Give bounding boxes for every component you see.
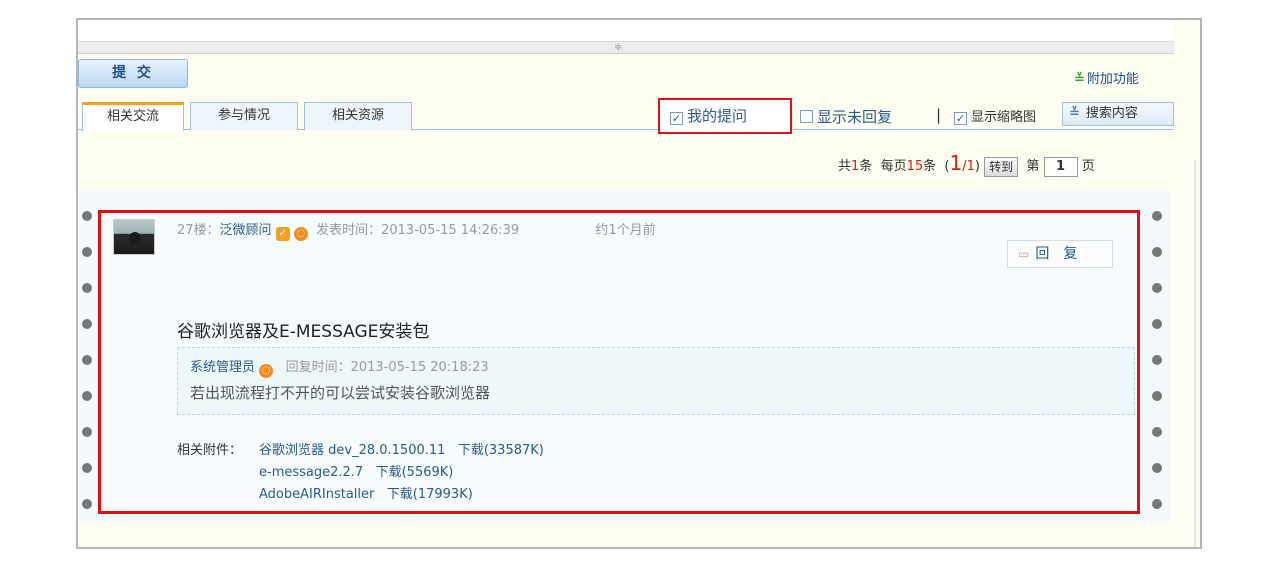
pagination: 共1条 每页15条 (1/1) 转到 第 1 页 (838, 150, 1178, 177)
online-status-icon: ◌ (259, 364, 274, 378)
pager-page-suffix: 页 (1081, 159, 1095, 174)
reply-button[interactable]: ▭ 回 复 (1007, 240, 1113, 268)
page-number-input[interactable]: 1 (1043, 156, 1078, 177)
binder-hole (1152, 355, 1162, 365)
quote-meta: 系统管理员 ◌ 回复时间：2013-05-15 20:18:23 (190, 356, 489, 378)
pager-page-prefix: 第 (1026, 159, 1040, 174)
post-floor: 27楼： (177, 223, 220, 238)
pager-per-page-suffix: 条 (923, 159, 937, 174)
pager-per-page-prefix: 每页 (880, 159, 907, 174)
post-time: 发表时间：2013-05-15 14:26:39 (316, 223, 520, 238)
pager-current-page: 1 (949, 151, 963, 175)
binder-hole (82, 499, 92, 509)
attachment-item: AdobeAIRInstaller 下载(17993K) (259, 483, 473, 502)
search-content-button[interactable]: ≚ 搜索内容 (1062, 102, 1174, 126)
binder-hole (1152, 319, 1162, 329)
addon-label: 附加功能 (1086, 72, 1139, 87)
binder-hole (1152, 391, 1162, 401)
drag-handle-icon[interactable]: ≑ (614, 43, 622, 53)
reply-quote: 系统管理员 ◌ 回复时间：2013-05-15 20:18:23 若出现流程打不… (177, 347, 1135, 415)
attachment-name-link[interactable]: e-message2.2.7 (259, 465, 363, 480)
my-questions-checkbox[interactable]: ✓ (670, 112, 683, 125)
attachment-download-link[interactable]: 下载(17993K) (387, 487, 473, 502)
post-title: 谷歌浏览器及E-MESSAGE安装包 (177, 322, 430, 342)
binder-hole (82, 211, 92, 221)
attachment-name-link[interactable]: AdobeAIRInstaller (259, 487, 374, 502)
avatar[interactable] (113, 219, 155, 255)
post-meta: 27楼：泛微顾问 ✓ ◌ 发表时间：2013-05-15 14:26:39 约1… (177, 219, 656, 241)
option-separator: | (936, 106, 942, 124)
submit-button[interactable]: 提 交 (78, 59, 188, 88)
comment-icon: ▭ (1018, 247, 1030, 261)
editor-area[interactable] (78, 20, 1174, 42)
attachment-item: e-message2.2.7 下载(5569K) (259, 461, 453, 480)
pager-per-page-count: 15 (906, 159, 924, 174)
show-thumbnails-label: 显示缩略图 (971, 110, 1037, 125)
double-chevron-down-icon: ≚ (1074, 72, 1085, 87)
tab-related-discussion[interactable]: 相关交流 (82, 102, 184, 131)
binder-hole (1152, 247, 1162, 257)
attachment-download-link[interactable]: 下载(5569K) (376, 465, 454, 480)
attachments-label: 相关附件： (177, 443, 243, 458)
goto-button[interactable]: 转到 (984, 156, 1019, 177)
post-author-link[interactable]: 泛微顾问 (220, 223, 272, 238)
show-unreplied-option[interactable]: 显示未回复 (800, 106, 892, 127)
search-content-label: 搜索内容 (1085, 106, 1138, 121)
pager-total-prefix: 共 (838, 159, 852, 174)
pager-close-paren: ) (974, 159, 980, 174)
forum-post: 27楼：泛微顾问 ✓ ◌ 发表时间：2013-05-15 14:26:39 约1… (98, 210, 1140, 514)
scroll-track (1194, 160, 1196, 547)
pager-total-pages: /1 (962, 159, 975, 174)
tab-participation[interactable]: 参与情况 (190, 102, 298, 130)
attachment-item: 谷歌浏览器 dev_28.0.1500.11 下载(33587K) (259, 439, 544, 458)
binder-hole (82, 391, 92, 401)
tab-related-resources[interactable]: 相关资源 (304, 102, 412, 130)
addon-link[interactable]: ≚ 附加功能 (1074, 68, 1139, 87)
show-unreplied-label: 显示未回复 (817, 108, 893, 126)
pager-total-suffix: 条 (859, 159, 873, 174)
show-thumbnails-option[interactable]: ✓ 显示缩略图 (954, 106, 1036, 125)
binder-hole (1152, 211, 1162, 221)
show-unreplied-checkbox[interactable] (800, 110, 813, 123)
binder-hole (1152, 283, 1162, 293)
show-thumbnails-checkbox[interactable]: ✓ (954, 112, 967, 125)
quote-author-link[interactable]: 系统管理员 (190, 360, 255, 375)
attachment-download-link[interactable]: 下载(33587K) (458, 443, 544, 458)
forum-panel: ≑ 提 交 ≚ 附加功能 相关交流 参与情况 相关资源 ✓ 我的提问 显示未回复 |… (76, 18, 1202, 549)
reply-label: 回 复 (1035, 246, 1078, 262)
online-status-icon: ◌ (293, 227, 308, 241)
my-questions-option[interactable]: ✓ 我的提问 (658, 98, 792, 134)
binder-hole (1152, 427, 1162, 437)
quote-body: 若出现流程打不开的可以尝试安装谷歌浏览器 (190, 384, 491, 402)
binder-hole (82, 247, 92, 257)
binder-hole (82, 355, 92, 365)
quote-time: 回复时间：2013-05-15 20:18:23 (285, 360, 489, 375)
my-questions-label: 我的提问 (687, 107, 748, 125)
binder-hole (82, 427, 92, 437)
binder-hole (1152, 499, 1162, 509)
avatar-figure-icon (129, 232, 141, 244)
binder-hole (82, 283, 92, 293)
resize-splitter[interactable]: ≑ (78, 42, 1174, 54)
attachment-name-link[interactable]: 谷歌浏览器 dev_28.0.1500.11 (259, 443, 445, 458)
double-chevron-down-icon: ≚ (1069, 106, 1080, 121)
binder-hole (1152, 463, 1162, 473)
verified-badge-icon: ✓ (275, 227, 290, 241)
post-relative-time: 约1个月前 (595, 223, 656, 238)
binder-hole (82, 319, 92, 329)
binder-hole (82, 463, 92, 473)
filter-options: ✓ 我的提问 显示未回复 | ✓ 显示缩略图 ≚ 搜索内容 (658, 98, 1178, 134)
